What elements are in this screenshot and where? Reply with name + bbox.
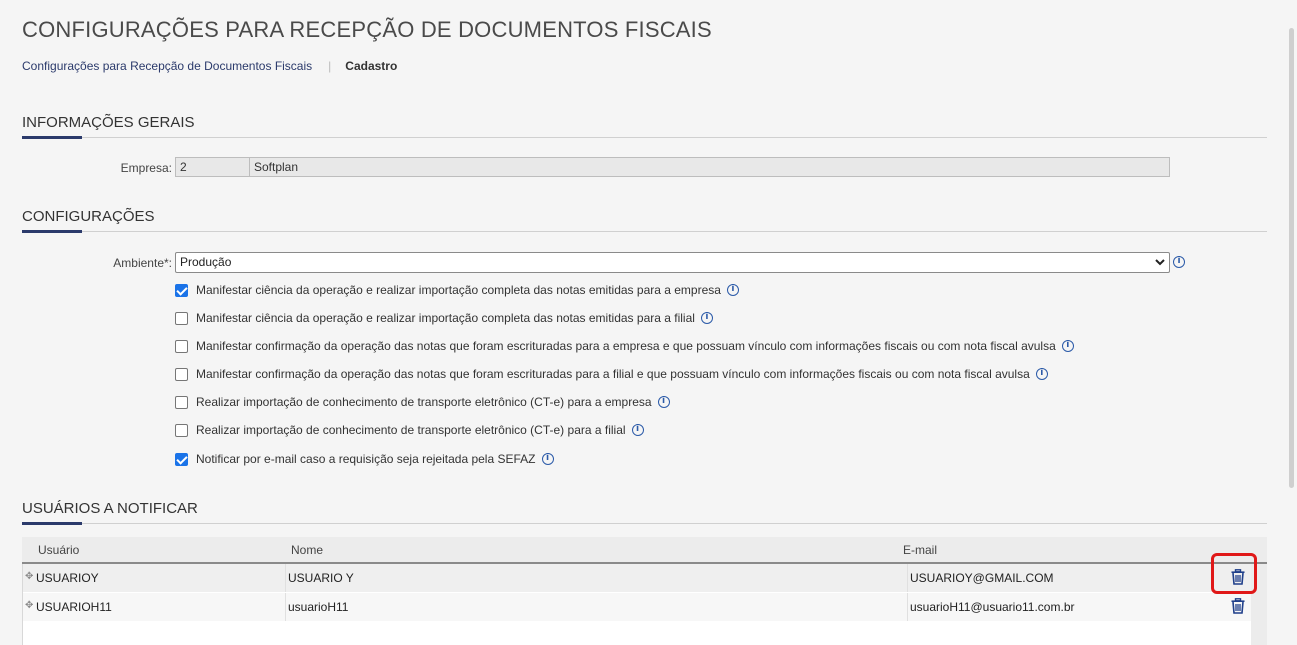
page-title: CONFIGURAÇÕES PARA RECEPÇÃO DE DOCUMENTO… — [22, 17, 712, 42]
option-label-0: Manifestar ciência da operação e realiza… — [196, 283, 721, 297]
cell-nome: usuarioH11 — [288, 600, 349, 614]
cell-email: USUARIOY@GMAIL.COM — [910, 571, 1054, 585]
empresa-name-field: Softplan — [249, 157, 1170, 177]
highlight-box — [1211, 553, 1257, 594]
breadcrumb-link-configuracoes[interactable]: Configurações para Recepção de Documento… — [22, 59, 312, 73]
empresa-code-field: 2 — [175, 157, 250, 177]
info-icon[interactable]: i — [1035, 368, 1048, 380]
info-icon[interactable]: i — [541, 453, 554, 465]
info-icon[interactable]: i — [631, 424, 644, 436]
option-label-5: Realizar importação de conhecimento de t… — [196, 423, 626, 437]
info-icon[interactable]: i — [700, 312, 713, 324]
option-label-2: Manifestar confirmação da operação das n… — [196, 339, 1056, 353]
expander-icon[interactable]: ✥ — [25, 601, 33, 611]
option-row-1[interactable]: Manifestar ciência da operação e realiza… — [175, 311, 713, 325]
users-grid-body: ✥ USUARIOY USUARIO Y USUARIOY@GMAIL.COM … — [22, 564, 1251, 645]
table-row[interactable]: ✥ USUARIOH11 usuarioH11 usuarioH11@usuar… — [23, 593, 1251, 621]
section-title-usuarios-a-notificar: USUÁRIOS A NOTIFICAR — [22, 500, 1267, 525]
option-label-6: Notificar por e-mail caso a requisição s… — [196, 452, 536, 466]
option-row-0[interactable]: Manifestar ciência da operação e realiza… — [175, 283, 739, 297]
option-row-5[interactable]: Realizar importação de conhecimento de t… — [175, 423, 644, 437]
ambiente-select-value: Produção — [180, 255, 232, 269]
option-label-1: Manifestar ciência da operação e realiza… — [196, 311, 695, 325]
option-checkbox-6[interactable] — [175, 452, 188, 466]
breadcrumb-current: Cadastro — [345, 59, 398, 73]
empresa-label: Empresa: — [120, 161, 172, 175]
breadcrumb: Configurações para Recepção de Documento… — [22, 59, 397, 73]
option-row-2[interactable]: Manifestar confirmação da operação das n… — [175, 339, 1074, 353]
option-checkbox-4[interactable] — [175, 395, 188, 409]
ambiente-select[interactable]: Produção — [175, 252, 1170, 273]
section-title-informacoes-gerais: INFORMAÇÕES GERAIS — [22, 114, 1267, 139]
cell-nome: USUARIO Y — [288, 571, 354, 585]
info-icon[interactable]: i — [1173, 256, 1185, 268]
option-checkbox-0[interactable] — [175, 283, 188, 297]
breadcrumb-separator: | — [328, 59, 332, 73]
column-header-email[interactable]: E-mail — [903, 543, 937, 557]
column-header-usuario[interactable]: Usuário — [38, 543, 79, 557]
trash-icon[interactable] — [1231, 598, 1245, 614]
cell-usuario: USUARIOH11 — [36, 600, 112, 614]
option-row-6[interactable]: Notificar por e-mail caso a requisição s… — [175, 452, 554, 466]
chevron-down-icon — [1155, 253, 1165, 278]
ambiente-label: Ambiente*: — [113, 256, 172, 270]
option-checkbox-2[interactable] — [175, 339, 188, 353]
option-checkbox-3[interactable] — [175, 367, 188, 381]
users-grid: Usuário Nome E-mail ✥ USUARIOY USUARIO Y… — [22, 537, 1267, 645]
table-row[interactable]: ✥ USUARIOY USUARIO Y USUARIOY@GMAIL.COM — [23, 564, 1251, 592]
option-label-3: Manifestar confirmação da operação das n… — [196, 367, 1030, 381]
option-row-4[interactable]: Realizar importação de conhecimento de t… — [175, 395, 670, 409]
expander-icon[interactable]: ✥ — [25, 572, 33, 582]
scrollbar-thumb[interactable] — [1289, 28, 1294, 488]
option-label-4: Realizar importação de conhecimento de t… — [196, 395, 652, 409]
section-title-configuracoes: CONFIGURAÇÕES — [22, 208, 1267, 233]
page-scrollbar[interactable] — [1286, 0, 1297, 645]
info-icon[interactable]: i — [726, 284, 739, 296]
info-icon[interactable]: i — [1061, 340, 1074, 352]
users-grid-header: Usuário Nome E-mail — [22, 537, 1267, 564]
column-header-nome[interactable]: Nome — [291, 543, 323, 557]
option-checkbox-5[interactable] — [175, 423, 188, 437]
option-checkbox-1[interactable] — [175, 311, 188, 325]
option-row-3[interactable]: Manifestar confirmação da operação das n… — [175, 367, 1048, 381]
cell-usuario: USUARIOY — [36, 571, 99, 585]
cell-email: usuarioH11@usuario11.com.br — [910, 600, 1075, 614]
info-icon[interactable]: i — [657, 396, 670, 408]
